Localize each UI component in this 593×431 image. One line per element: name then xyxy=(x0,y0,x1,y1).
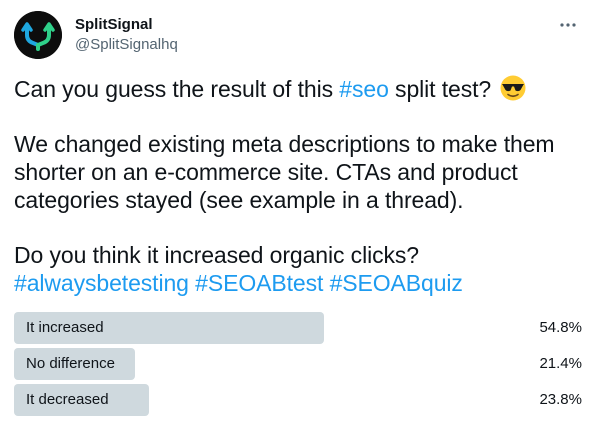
poll-option-percent: 54.8% xyxy=(539,319,582,336)
sunglasses-emoji-icon xyxy=(499,75,527,101)
display-name[interactable]: SplitSignal xyxy=(75,16,153,34)
tweet-text: Can you guess the result of this #seo sp… xyxy=(14,75,584,297)
splitsignal-logo-icon xyxy=(14,11,62,59)
hashtag-line: #alwaysbetesting #SEOABtest #SEOABquiz xyxy=(14,269,584,297)
tweet-line-5: Do you think it increased organic clicks… xyxy=(14,242,419,268)
poll-option-label: It decreased xyxy=(26,391,109,408)
hashtag-seoabquiz[interactable]: #SEOABquiz xyxy=(330,270,463,296)
tweet-header: SplitSignal @SplitSignalhq xyxy=(14,11,580,61)
hashtag-alwaysbetesting[interactable]: #alwaysbetesting xyxy=(14,270,189,296)
tweet-text-segment: split test? xyxy=(388,76,492,102)
hashtag-seoabtest[interactable]: #SEOABtest xyxy=(195,270,323,296)
poll-option-decreased[interactable]: It decreased 23.8% xyxy=(14,384,582,416)
tweet: SplitSignal @SplitSignalhq Can you guess… xyxy=(0,0,593,431)
poll-option-label: No difference xyxy=(26,355,115,372)
poll-option-percent: 23.8% xyxy=(539,391,582,408)
poll-option-no-difference[interactable]: No difference 21.4% xyxy=(14,348,582,380)
tweet-line-2: We changed existing meta descriptions to… xyxy=(14,131,555,157)
poll: It increased 54.8% No difference 21.4% I… xyxy=(14,312,582,420)
poll-option-increased[interactable]: It increased 54.8% xyxy=(14,312,582,344)
tweet-line-1: Can you guess the result of this #seo sp… xyxy=(14,75,584,103)
tweet-line-3: shorter on an e-commerce site. CTAs and … xyxy=(14,159,518,185)
poll-option-percent: 21.4% xyxy=(539,355,582,372)
avatar[interactable] xyxy=(14,11,62,59)
hashtag-seo[interactable]: #seo xyxy=(339,76,389,102)
tweet-line-4: categories stayed (see example in a thre… xyxy=(14,187,464,213)
tweet-text-segment: Can you guess the result of this xyxy=(14,76,340,102)
user-handle[interactable]: @SplitSignalhq xyxy=(75,36,178,54)
poll-option-label: It increased xyxy=(26,319,104,336)
more-options-icon[interactable] xyxy=(556,15,580,35)
